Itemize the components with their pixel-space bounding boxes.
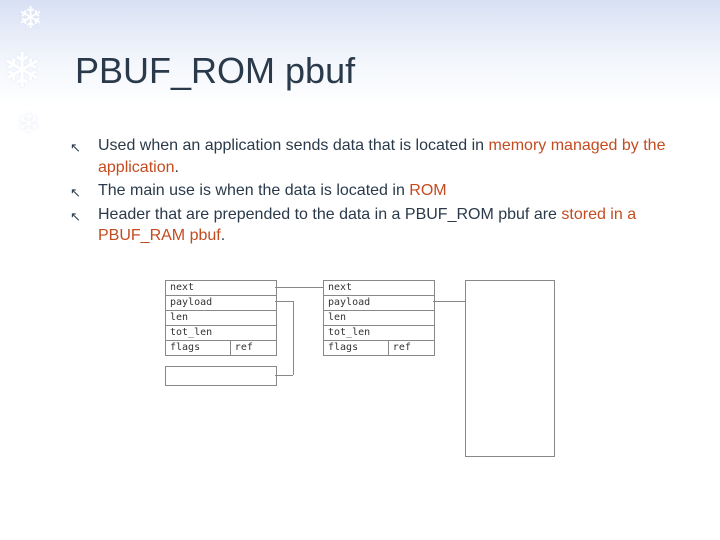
bullet-item: ↖ Used when an application sends data th… [70,135,670,178]
field-len: len [166,311,276,326]
bullet-item: ↖ Header that are prepended to the data … [70,204,670,247]
link-payload-2 [433,301,465,302]
field-totlen: tot_len [166,326,276,341]
bullet-text: The main use is when the data is located… [98,180,670,202]
rom-data-box [465,280,555,457]
field-len: len [324,311,434,326]
link-payload-1 [275,301,293,302]
field-payload: payload [324,296,434,311]
field-next: next [166,281,276,296]
snowflake-icon: ❄ [16,110,41,140]
field-next: next [324,281,434,296]
snowflake-icon: ❄ [2,48,42,96]
field-totlen: tot_len [324,326,434,341]
bullet-text: Used when an application sends data that… [98,135,670,178]
body-text: ↖ Used when an application sends data th… [70,135,670,249]
bullet-arrow-icon: ↖ [70,135,98,157]
link-payload-1 [275,375,293,376]
slide: ❄ ❄ ❄ PBUF_ROM pbuf ↖ Used when an appli… [0,0,720,540]
pbuf-diagram: next payload len tot_len flags ref next … [165,280,565,465]
header-payload-box [165,366,277,386]
slide-title: PBUF_ROM pbuf [75,50,355,92]
bullet-text: Header that are prepended to the data in… [98,204,670,247]
bullet-item: ↖ The main use is when the data is locat… [70,180,670,202]
bullet-arrow-icon: ↖ [70,204,98,226]
pbuf-struct-1: next payload len tot_len flags ref [165,280,277,356]
bullet-arrow-icon: ↖ [70,180,98,202]
field-flags-ref: flags ref [324,341,434,356]
snowflake-strip: ❄ ❄ ❄ [0,0,48,540]
snowflake-icon: ❄ [18,4,43,34]
field-payload: payload [166,296,276,311]
pbuf-struct-2: next payload len tot_len flags ref [323,280,435,356]
link-payload-1 [293,301,294,375]
link-next-1 [275,287,323,288]
field-flags-ref: flags ref [166,341,276,356]
